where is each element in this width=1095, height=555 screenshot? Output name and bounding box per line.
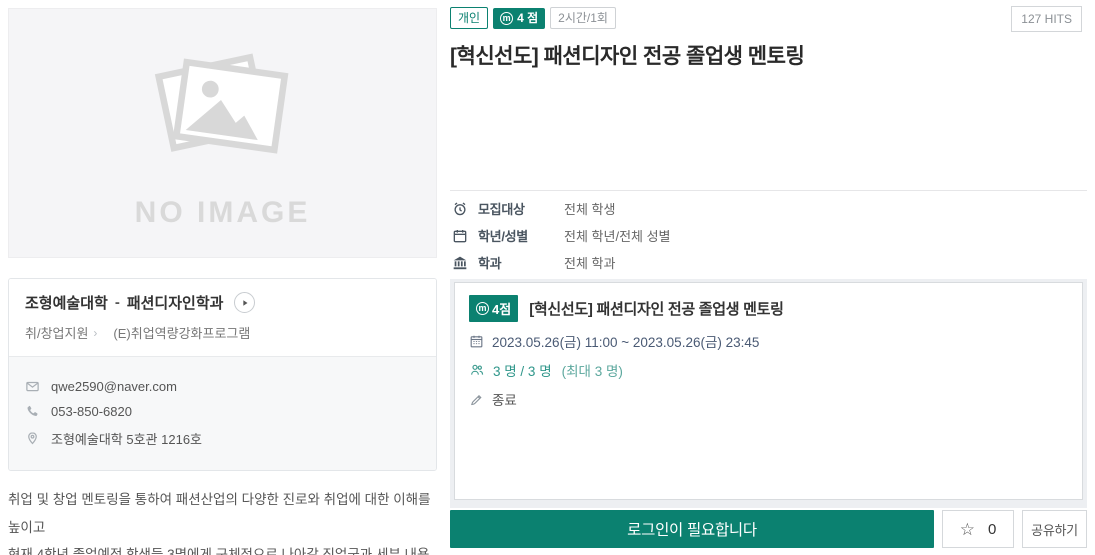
description-line-2: 현재 4학년 졸업예정 학생들 3명에게 구체적으로 나아갈 직업군과 세부 내… xyxy=(8,547,430,555)
contact-section: qwe2590@naver.com 053-850-6820 조형예술대학 5호… xyxy=(9,356,436,470)
session-schedule-row: 2023.05.26(금) 11:00 ~ 2023.05.26(금) 23:4… xyxy=(469,331,1068,351)
play-button[interactable] xyxy=(234,292,256,313)
detail-label: 모집대상 xyxy=(478,202,525,217)
pen-icon xyxy=(469,392,484,407)
play-icon xyxy=(240,298,250,308)
contact-address-row: 조형예술대학 5호관 1216호 xyxy=(25,429,420,448)
no-image-label: NO IMAGE xyxy=(134,195,311,229)
session-points-label: 4점 xyxy=(492,302,512,317)
session-capacity: 3 명 / 3 명 xyxy=(493,364,552,379)
detail-row-grade-gender: 학년/성별 전체 학년/전체 성별 xyxy=(452,227,671,244)
phone-icon xyxy=(25,404,40,419)
mileage-icon: m xyxy=(476,302,489,315)
mileage-icon: m xyxy=(500,11,514,25)
organization-card: 조형예술대학 - 패션디자인학과 취/창업지원 › (E)취업역량강화프로그램 xyxy=(8,278,437,471)
program-detail-page: NO IMAGE 조형예술대학 - 패션디자인학과 취/창업지원 › (E)취업… xyxy=(0,0,1095,555)
detail-value: 전체 학과 xyxy=(564,256,616,271)
share-button[interactable]: 공유하기 xyxy=(1022,510,1087,548)
detail-list: 모집대상 전체 학생 학년/성별 전체 학년/전체 성별 학과 전체 학과 xyxy=(452,200,671,281)
session-card[interactable]: m 4점 [혁신선도] 패션디자인 전공 졸업생 멘토링 2023.05.26(… xyxy=(454,282,1083,500)
contact-address: 조형예술대학 5호관 1216호 xyxy=(51,432,203,447)
favorite-count: 0 xyxy=(987,520,997,538)
no-image-placeholder: NO IMAGE xyxy=(8,8,437,258)
people-icon xyxy=(469,362,485,378)
session-header: m 4점 [혁신선도] 패션디자인 전공 졸업생 멘토링 xyxy=(469,295,1068,322)
login-required-button[interactable]: 로그인이 필요합니다 xyxy=(450,510,934,548)
session-title: [혁신선도] 패션디자인 전공 졸업생 멘토링 xyxy=(529,301,784,318)
contact-phone: 053-850-6820 xyxy=(51,404,132,419)
duration-badge: 2시간/1회 xyxy=(550,7,616,29)
chevron-right-icon: › xyxy=(93,325,98,340)
alarm-clock-icon xyxy=(452,201,469,217)
session-list: m 4점 [혁신선도] 패션디자인 전공 졸업생 멘토링 2023.05.26(… xyxy=(450,279,1087,508)
badge-row: 개인 m 4 점 2시간/1회 127 HITS xyxy=(450,6,1087,32)
calendar-icon xyxy=(452,228,469,244)
program-description: 취업 및 창업 멘토링을 통하여 패션산업의 다양한 진로와 취업에 대한 이해… xyxy=(8,486,437,555)
hits-badge: 127 HITS xyxy=(1011,6,1082,32)
contact-email: qwe2590@naver.com xyxy=(51,379,177,394)
session-status: 종료 xyxy=(492,393,517,408)
detail-row-target: 모집대상 전체 학생 xyxy=(452,200,671,217)
breadcrumb-program[interactable]: (E)취업역량강화프로그램 xyxy=(113,323,250,342)
detail-label: 학년/성별 xyxy=(478,229,528,244)
breadcrumb: 취/창업지원 › (E)취업역량강화프로그램 xyxy=(25,323,420,342)
calendar-grid-icon xyxy=(469,334,484,349)
no-image-icon xyxy=(123,37,323,182)
points-badge-label: 4 점 xyxy=(517,11,539,25)
detail-value: 전체 학년/전체 성별 xyxy=(564,229,671,244)
detail-label: 학과 xyxy=(478,256,502,271)
breadcrumb-category[interactable]: 취/창업지원 xyxy=(25,323,88,342)
session-schedule: 2023.05.26(금) 11:00 ~ 2023.05.26(금) 23:4… xyxy=(492,335,760,350)
contact-phone-row: 053-850-6820 xyxy=(25,404,420,419)
department-name: 패션디자인학과 xyxy=(126,295,224,312)
envelope-icon xyxy=(25,379,40,394)
bank-icon xyxy=(452,255,469,271)
type-badge: 개인 xyxy=(450,7,489,29)
points-badge: m 4 점 xyxy=(493,7,546,29)
organization-title: 조형예술대학 - 패션디자인학과 xyxy=(25,292,420,313)
organization-header: 조형예술대학 - 패션디자인학과 취/창업지원 › (E)취업역량강화프로그램 xyxy=(9,279,436,356)
org-name-separator: - xyxy=(114,294,120,311)
section-divider xyxy=(450,190,1087,191)
map-pin-icon xyxy=(25,431,40,446)
contact-email-row: qwe2590@naver.com xyxy=(25,379,420,394)
action-bar: 로그인이 필요합니다 ☆ 0 공유하기 xyxy=(450,510,1087,548)
left-column: NO IMAGE 조형예술대학 - 패션디자인학과 취/창업지원 › (E)취업… xyxy=(8,8,437,555)
description-line-1: 취업 및 창업 멘토링을 통하여 패션산업의 다양한 진로와 취업에 대한 이해… xyxy=(8,492,431,535)
detail-row-department: 학과 전체 학과 xyxy=(452,254,671,271)
detail-value: 전체 학생 xyxy=(564,202,616,217)
session-status-row: 종료 xyxy=(469,389,1068,409)
college-name: 조형예술대학 xyxy=(25,295,108,312)
session-capacity-max: (최대 3 명) xyxy=(561,364,623,379)
favorite-button[interactable]: ☆ 0 xyxy=(942,510,1014,548)
page-title: [혁신선도] 패션디자인 전공 졸업생 멘토링 xyxy=(450,45,805,68)
right-column: 개인 m 4 점 2시간/1회 127 HITS [혁신선도] 패션디자인 전공… xyxy=(450,6,1087,549)
session-capacity-row: 3 명 / 3 명 (최대 3 명) xyxy=(469,360,1068,380)
session-points-badge: m 4점 xyxy=(469,295,519,322)
star-icon: ☆ xyxy=(959,519,975,539)
